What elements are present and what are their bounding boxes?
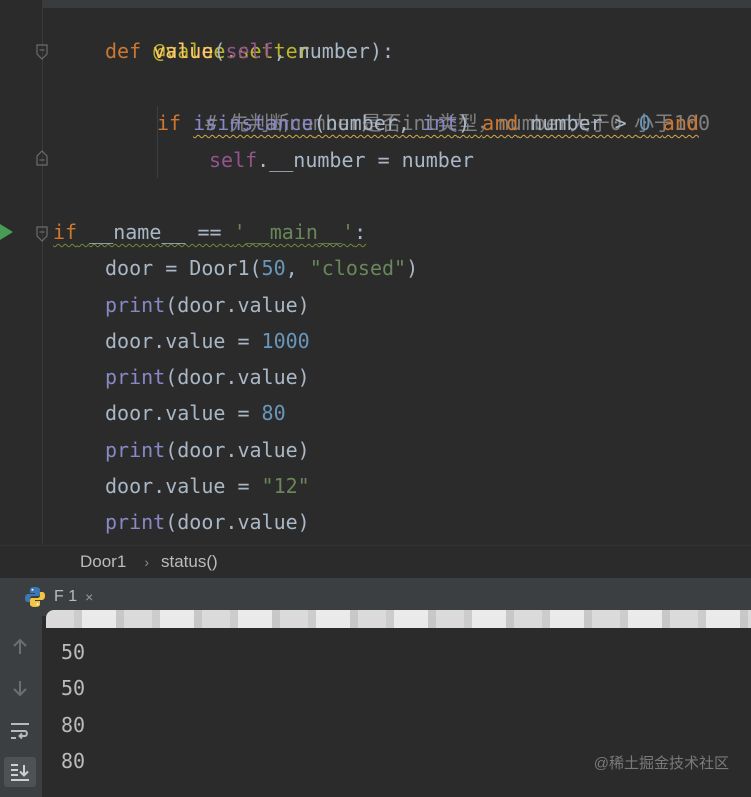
code-line: print(door.value) [105,359,310,395]
keyword-token: def [105,39,142,63]
breadcrumb-item-method[interactable]: status() [161,552,218,572]
condition-token: number > [518,111,639,135]
run-tab[interactable]: F 1 × [24,584,93,610]
function-name-token: value [153,39,214,63]
code-token: door.value = [105,401,262,425]
code-line: @value.setter [105,0,310,63]
paren-token: ( [213,39,226,63]
close-icon[interactable]: × [85,589,93,605]
python-icon [25,587,45,607]
editor-gutter [0,0,43,545]
breadcrumb-separator: › [144,554,149,570]
blurred-command-line [46,610,751,628]
keyword-token: if [157,111,182,135]
keyword-token: and [662,111,699,135]
breadcrumb-item-class[interactable]: Door1 [80,552,126,572]
fold-end-marker-icon[interactable] [35,150,49,166]
keyword-token: if [53,220,78,244]
string-token: "12" [261,474,310,498]
code-line: # 先判断number是否int类型，number大于0 小于100 [157,69,710,135]
code-line: door.value = 1000 [105,323,310,359]
code-line: print(door.value) [105,504,310,540]
number-token: 0 [638,111,651,135]
code-token: door.value = [105,474,262,498]
code-line: def value(self, number): [105,33,394,69]
self-token: self [209,148,258,172]
args-token: (number, [313,111,422,135]
fold-marker-icon[interactable] [35,44,49,60]
soft-wrap-icon[interactable] [4,716,36,746]
colon-token: : [354,220,367,244]
code-token: door.value = [105,329,262,353]
code-token: (door.value) [165,365,310,389]
builtin-token: print [105,510,166,534]
params-token: , number): [273,39,395,63]
builtin-token: int [421,111,459,135]
code-line: print(door.value) [105,432,310,468]
code-line: door.value = 80 [105,395,286,431]
watermark: @稀土掘金技术社区 [593,755,729,772]
output-line: 50 [61,640,86,664]
number-token: 50 [261,256,286,280]
run-toolbar [0,616,42,797]
code-line: self.__number = number [209,142,474,178]
builtin-token: isinstance [193,111,314,135]
code-line: if __name__ == '__main__': [53,214,366,250]
code-line: if isinstance(number, int) and number > … [157,105,699,141]
code-token: (door.value) [165,293,310,317]
arrow-up-icon[interactable] [4,632,36,662]
number-token: 1000 [261,329,310,353]
arrow-down-icon[interactable] [4,673,36,703]
builtin-token: print [105,438,166,462]
builtin-token: print [105,365,166,389]
code-line: print(door.value) [105,287,310,323]
run-play-icon[interactable] [0,223,14,241]
name-compare-token: __name__ == [89,220,234,244]
string-token: '__main__' [233,220,355,244]
output-line: 50 [61,676,86,700]
keyword-token: and [482,111,519,135]
code-line: door = Door1(50, "closed") [105,250,418,286]
breadcrumb: Door1 › status() [0,545,751,578]
assignment-token: .__number = number [257,148,474,172]
output-line: 80 [61,713,86,737]
code-token: , [285,256,310,280]
code-token: (door.value) [165,438,310,462]
args-token: ) [458,111,471,135]
number-token: 80 [261,401,286,425]
code-token: ) [406,256,419,280]
self-token: self [225,39,274,63]
scroll-to-end-icon[interactable] [4,757,36,787]
code-editor[interactable]: @value.setter def value(self, number): #… [0,0,751,545]
code-line: door.value = "12" [105,468,310,504]
string-token: "closed" [309,256,407,280]
fold-marker-icon[interactable] [35,226,49,242]
builtin-token: print [105,293,166,317]
code-token: (door.value) [165,510,310,534]
run-tab-label: F 1 [54,588,78,605]
output-line: 80 [61,749,86,773]
code-token: door = Door1( [105,256,262,280]
